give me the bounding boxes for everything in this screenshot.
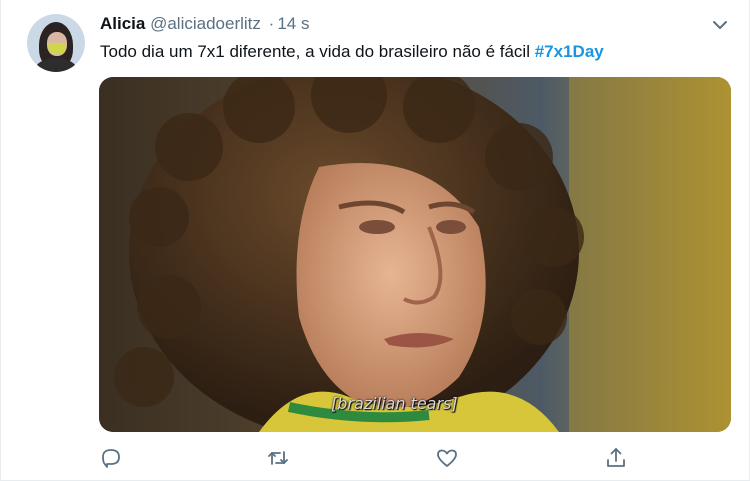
tweet-media-image[interactable] bbox=[99, 77, 731, 432]
author-handle[interactable]: @aliciadoerlitz bbox=[150, 14, 261, 33]
header-separator: · bbox=[268, 14, 275, 33]
tweet-text: Todo dia um 7x1 diferente, a vida do bra… bbox=[100, 40, 604, 64]
avatar-mask bbox=[48, 43, 66, 54]
retweet-icon[interactable] bbox=[266, 446, 290, 470]
heart-icon[interactable] bbox=[435, 446, 459, 470]
reply-icon[interactable] bbox=[99, 446, 123, 470]
avatar-body bbox=[35, 58, 77, 72]
chevron-down-icon[interactable] bbox=[709, 14, 731, 36]
author-name[interactable]: Alicia bbox=[100, 14, 145, 33]
meme-photo bbox=[99, 77, 731, 432]
tweet-body: Todo dia um 7x1 diferente, a vida do bra… bbox=[100, 42, 530, 61]
tweet-header: Alicia @aliciadoerlitz · 14 s bbox=[100, 13, 309, 35]
media-caption: [brazilian tears] bbox=[331, 394, 458, 413]
share-icon[interactable] bbox=[604, 446, 628, 470]
tweet-timestamp[interactable]: 14 s bbox=[277, 14, 309, 33]
tweet-card[interactable]: Alicia @aliciadoerlitz · 14 s Todo dia um… bbox=[0, 0, 750, 481]
hashtag-link[interactable]: #7x1Day bbox=[535, 42, 604, 61]
avatar[interactable] bbox=[27, 14, 85, 72]
